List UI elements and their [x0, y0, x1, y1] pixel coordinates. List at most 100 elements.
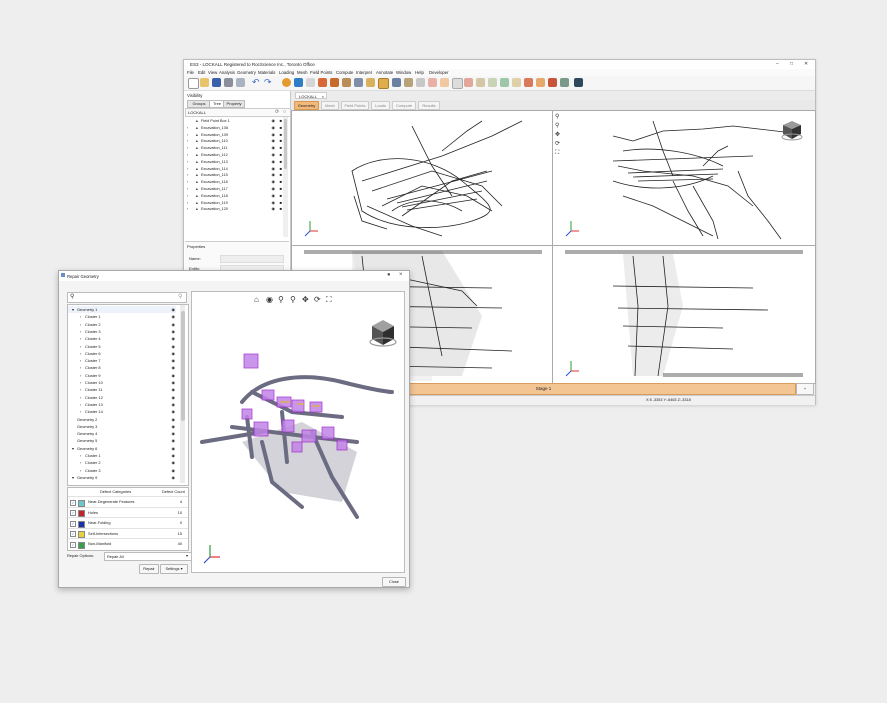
cluster-tree-item[interactable]: › Cluster 13 ◉	[68, 401, 176, 408]
cluster-tree-item[interactable]: › Cluster 8 ◉	[68, 364, 176, 371]
lock-icon[interactable]: ■	[280, 193, 282, 200]
eye-icon[interactable]: ◉	[172, 335, 176, 342]
geometry-tree-item[interactable]: ▾ Geometry 1 ◉	[68, 306, 176, 314]
expand-icon[interactable]: ›	[187, 172, 188, 179]
expand-icon[interactable]: ›	[187, 159, 188, 166]
menu-analysis[interactable]: Analysis	[219, 70, 235, 75]
eye-icon[interactable]: ◉	[172, 394, 176, 401]
pan-icon[interactable]: ✥	[555, 131, 564, 140]
geometry-tree-item[interactable]: Geometry 2 ◉	[68, 416, 176, 423]
grid-icon[interactable]	[378, 78, 389, 89]
box-icon[interactable]	[366, 78, 375, 87]
cluster-tree-item[interactable]: › Cluster 12 ◉	[68, 394, 176, 401]
merge-icon[interactable]	[488, 78, 497, 87]
scrollbar-thumb[interactable]	[181, 311, 185, 421]
tab-loads[interactable]: Loads	[371, 101, 390, 110]
menu-mesh[interactable]: Mesh	[297, 70, 308, 75]
repair-options-select[interactable]: Repair All ▾	[104, 552, 194, 561]
expand-icon[interactable]: ›	[80, 335, 81, 342]
viewport-top[interactable]: ⚲ ⚲ ✥ ⟳ ⛶	[552, 110, 816, 246]
view-options-icon[interactable]: ◉	[266, 295, 273, 304]
eye-icon[interactable]: ◉	[172, 357, 176, 364]
expand-icon[interactable]: ▾	[72, 474, 74, 481]
cluster-tree-item[interactable]: › Cluster 1 ◉	[68, 452, 176, 459]
cube-icon[interactable]	[440, 78, 449, 87]
tree-item-excavation[interactable]: › ▲ Excavation_111 ◉ ■	[187, 145, 285, 152]
tab-property[interactable]: Property	[223, 100, 245, 108]
eye-icon[interactable]: ◉	[272, 186, 276, 193]
expand-icon[interactable]: ›	[187, 200, 188, 207]
menu-view[interactable]: View	[208, 70, 217, 75]
sketch-icon[interactable]	[354, 78, 363, 87]
tab-compute[interactable]: Compute	[392, 101, 416, 110]
wand-icon[interactable]	[416, 78, 425, 87]
tree-item-excavation[interactable]: › ▲ Excavation_115 ◉ ■	[187, 172, 285, 179]
redo-icon[interactable]: ↷	[264, 78, 273, 87]
tree-item-excavation[interactable]: › ▲ Excavation_117 ◉ ■	[187, 186, 285, 193]
open-folder-icon[interactable]	[200, 78, 209, 87]
tab-geometry[interactable]: Geometry	[294, 101, 319, 110]
new-file-icon[interactable]	[188, 78, 199, 89]
menu-interpret[interactable]: Interpret	[356, 70, 372, 75]
expand-icon[interactable]: ›	[187, 145, 188, 152]
eye-icon[interactable]: ◉	[172, 430, 176, 437]
expand-icon[interactable]: ›	[187, 179, 188, 186]
zoom-window-icon[interactable]: ⚲	[555, 113, 564, 122]
measure-icon[interactable]	[342, 78, 351, 87]
zoom-extents-icon[interactable]: ⛶	[555, 149, 564, 158]
repair-button[interactable]: Repair	[139, 564, 159, 574]
screenshot-icon[interactable]	[294, 78, 303, 87]
pick-icon[interactable]	[318, 78, 327, 87]
cluster-tree-item[interactable]: › Cluster 4 ◉	[68, 335, 176, 342]
expand-icon[interactable]: ›	[80, 350, 81, 357]
lock-icon[interactable]: ■	[280, 132, 282, 139]
expand-icon[interactable]: ›	[187, 166, 188, 173]
tree-item-excavation[interactable]: › ▲ Excavation_118 ◉ ■	[187, 193, 285, 200]
split-icon[interactable]	[500, 78, 509, 87]
eye-icon[interactable]: ◉	[272, 206, 276, 213]
cluster-tree-item[interactable]: › Cluster 3 ◉	[68, 328, 176, 335]
eye-icon[interactable]: ◉	[172, 423, 176, 430]
eye-icon[interactable]: ◉	[272, 152, 276, 159]
tree-item-excavation[interactable]: › ▲ Excavation_116 ◉ ■	[187, 179, 285, 186]
help-icon[interactable]: ●	[387, 272, 391, 278]
close-button[interactable]: Close	[382, 577, 406, 587]
expand-icon[interactable]: ›	[187, 138, 188, 145]
eye-icon[interactable]: ◉	[172, 313, 176, 320]
eye-icon[interactable]: ◉	[172, 328, 176, 335]
menu-geometry[interactable]: Geometry	[237, 70, 256, 75]
expand-icon[interactable]: ›	[80, 459, 81, 466]
eye-icon[interactable]: ◉	[172, 437, 176, 444]
lock-icon[interactable]: ■	[280, 125, 282, 132]
select-icon[interactable]	[306, 78, 315, 87]
cluster-tree-item[interactable]: › Cluster 14 ◉	[68, 408, 176, 415]
eye-icon[interactable]: ◉	[272, 125, 276, 132]
lock-icon[interactable]: ■	[280, 200, 282, 207]
eye-icon[interactable]: ◉	[172, 386, 176, 393]
cluster-tree-item[interactable]: › Cluster 5 ◉	[68, 343, 176, 350]
lock-icon[interactable]: ■	[280, 206, 282, 213]
lock-icon[interactable]: ■	[280, 166, 282, 173]
tab-groups[interactable]: Groups	[187, 100, 211, 108]
eye-icon[interactable]: ◉	[172, 372, 176, 379]
menu-file[interactable]: File	[187, 70, 194, 75]
save-icon[interactable]	[212, 78, 221, 87]
cluster-tree-item[interactable]: › Cluster 10 ◉	[68, 379, 176, 386]
eye-icon[interactable]: ◉	[172, 408, 176, 415]
export-icon[interactable]	[236, 78, 245, 87]
expand-icon[interactable]: ›	[80, 452, 81, 459]
tab-field-points[interactable]: Field Points	[341, 101, 369, 110]
tree-item-excavation[interactable]: › ▲ Excavation_112 ◉ ■	[187, 152, 285, 159]
add-stage-button[interactable]: +	[796, 383, 814, 395]
eye-icon[interactable]: ◉	[172, 321, 176, 328]
eye-icon[interactable]: ◉	[272, 179, 276, 186]
shape-icon[interactable]	[512, 78, 521, 87]
expand-icon[interactable]: ›	[80, 313, 81, 320]
defect-checkbox[interactable]: ✓	[70, 499, 76, 506]
expand-icon[interactable]: ›	[187, 186, 188, 193]
pan-icon[interactable]: ✥	[302, 295, 309, 304]
rotate-icon[interactable]: ⟳	[555, 140, 564, 149]
refresh-icon[interactable]: ⟳	[275, 109, 279, 115]
search-input[interactable]: ⚲ ⚲	[67, 292, 187, 303]
menu-compute[interactable]: Compute	[336, 70, 353, 75]
